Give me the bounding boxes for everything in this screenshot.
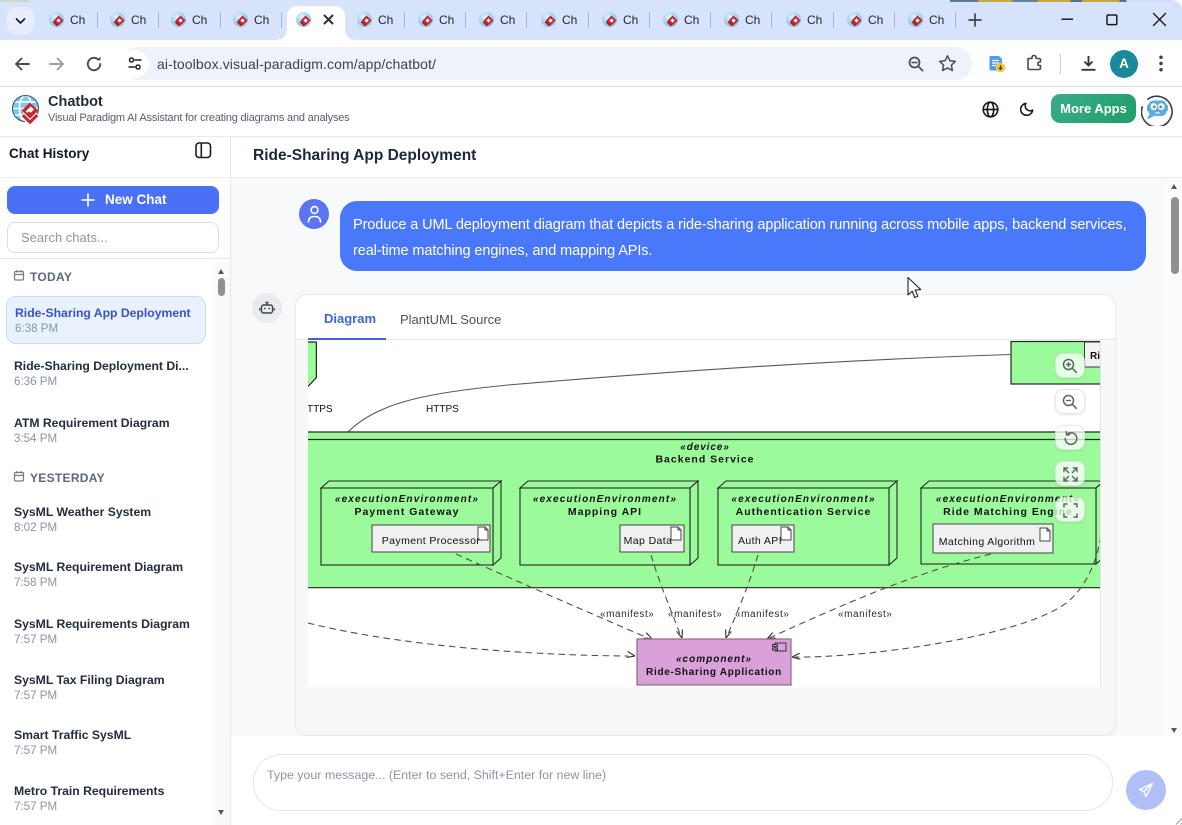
svg-text:Authentication Service: Authentication Service <box>736 506 872 518</box>
svg-text:«executionEnvironment»: «executionEnvironment» <box>335 494 479 505</box>
svg-text:«manifest»: «manifest» <box>838 609 892 620</box>
svg-text:«component»: «component» <box>676 654 752 665</box>
svg-text:Ri: Ri <box>1090 351 1100 362</box>
svg-text:«manifest»: «manifest» <box>735 609 789 620</box>
svg-text:Matching Algorithm: Matching Algorithm <box>939 536 1036 548</box>
svg-text:«manifest»: «manifest» <box>600 609 654 620</box>
svg-text:Mapping API: Mapping API <box>568 506 642 518</box>
svg-text:Backend Service: Backend Service <box>655 454 754 466</box>
svg-text:«executionEnvironment»: «executionEnvironment» <box>731 494 875 505</box>
svg-text:TTPS: TTPS <box>308 404 333 415</box>
svg-text:Ride Matching Engine: Ride Matching Engine <box>943 506 1073 518</box>
svg-text:«device»: «device» <box>680 442 729 453</box>
svg-text:Payment Processor: Payment Processor <box>382 535 481 547</box>
svg-text:Ride-Sharing Application: Ride-Sharing Application <box>646 667 782 678</box>
svg-text:Auth API: Auth API <box>738 535 782 547</box>
svg-text:HTTPS: HTTPS <box>426 404 459 415</box>
svg-text:Payment Gateway: Payment Gateway <box>355 506 460 518</box>
svg-text:«manifest»: «manifest» <box>668 609 722 620</box>
svg-text:Map Data: Map Data <box>624 535 673 547</box>
svg-text:«executionEnvironment»: «executionEnvironment» <box>533 494 677 505</box>
